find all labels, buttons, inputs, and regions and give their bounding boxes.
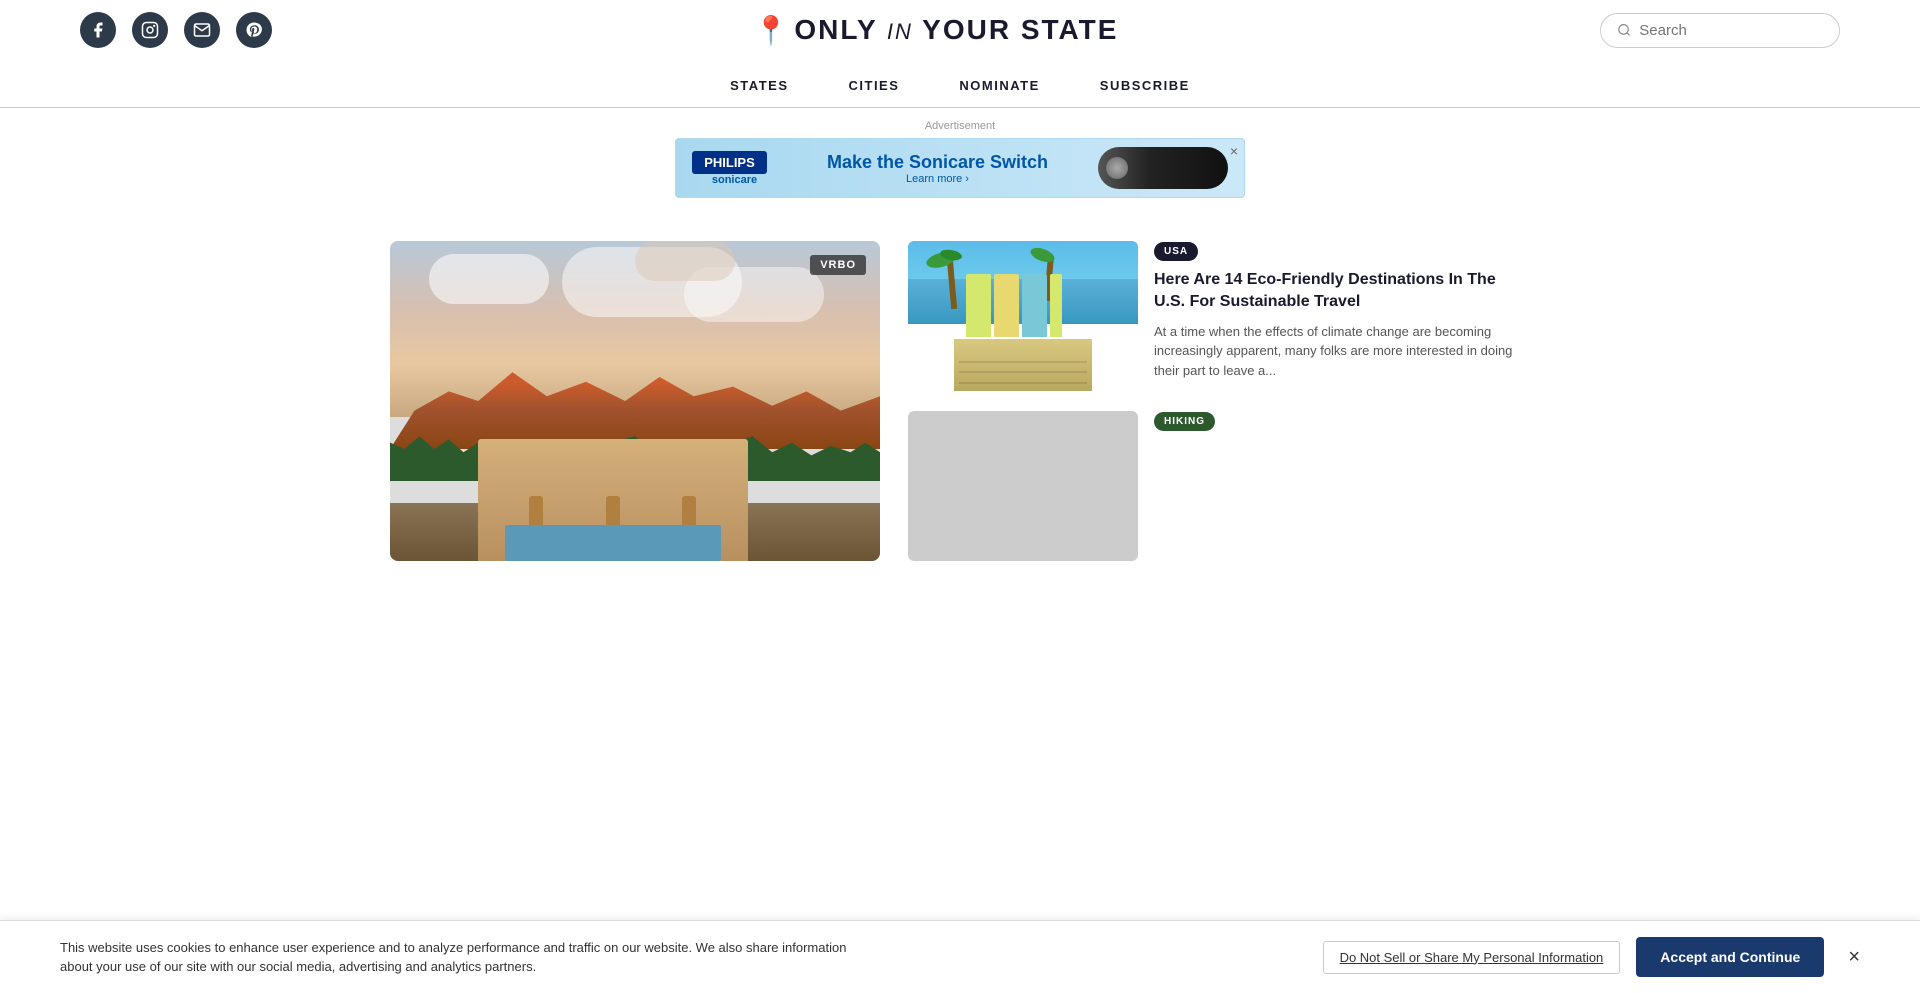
ad-container: Advertisement PHILIPS sonicare Make the …	[0, 108, 1920, 211]
cloud-1	[429, 254, 549, 304]
search-box[interactable]	[1600, 13, 1840, 48]
building	[478, 439, 748, 561]
main-nav: STATES CITIES NOMINATE SUBSCRIBE	[0, 60, 1920, 108]
ad-headline: Make the Sonicare Switch	[789, 152, 1086, 173]
header: 📍 ONLY IN YOUR STATE	[0, 0, 1920, 60]
plank-1	[959, 382, 1088, 384]
plank-3	[959, 361, 1088, 363]
article-card-2-placeholder	[908, 411, 1138, 561]
do-not-sell-button[interactable]: Do Not Sell or Share My Personal Informa…	[1323, 941, 1621, 974]
email-icon[interactable]	[184, 12, 220, 48]
nav-cities[interactable]: CITIES	[849, 78, 900, 93]
instagram-icon[interactable]	[132, 12, 168, 48]
nav-subscribe[interactable]: SUBSCRIBE	[1100, 78, 1190, 93]
articles-row: VRBO	[390, 241, 1530, 561]
pinterest-icon[interactable]	[236, 12, 272, 48]
search-icon	[1617, 22, 1631, 38]
article-card-1-title: Here Are 14 Eco-Friendly Destinations In…	[1154, 269, 1530, 314]
article-card-2-tag: HIKING	[1154, 412, 1215, 431]
article-card-1-image	[908, 241, 1138, 391]
article-card-2-image	[908, 411, 1138, 561]
cookie-text: This website uses cookies to enhance use…	[60, 938, 880, 977]
article-card-1[interactable]: USA Here Are 14 Eco-Friendly Destination…	[908, 241, 1530, 391]
logo-text: ONLY IN YOUR STATE	[794, 14, 1118, 46]
nav-nominate[interactable]: NOMINATE	[959, 78, 1039, 93]
vrbo-badge: VRBO	[810, 255, 866, 275]
facebook-icon[interactable]	[80, 12, 116, 48]
ad-sub-brand: sonicare	[712, 174, 757, 186]
small-cards-column: USA Here Are 14 Eco-Friendly Destination…	[908, 241, 1530, 561]
article-card-2-body: HIKING	[1154, 411, 1530, 561]
featured-card-image	[390, 241, 880, 561]
ad-product-image	[1098, 147, 1228, 189]
ad-banner[interactable]: PHILIPS sonicare Make the Sonicare Switc…	[675, 138, 1245, 198]
ad-cta[interactable]: Learn more ›	[789, 173, 1086, 185]
ad-brand: PHILIPS	[692, 151, 767, 174]
logo-in: IN	[887, 19, 913, 44]
cloud-4	[635, 241, 735, 281]
ad-label: Advertisement	[0, 120, 1920, 132]
plank-2	[959, 371, 1088, 373]
accept-and-continue-button[interactable]: Accept and Continue	[1636, 937, 1824, 977]
nav-states[interactable]: STATES	[730, 78, 788, 93]
article-card-1-excerpt: At a time when the effects of climate ch…	[1154, 322, 1530, 381]
cookie-actions: Do Not Sell or Share My Personal Informa…	[1323, 937, 1860, 977]
social-icons	[80, 12, 272, 48]
main-content: VRBO	[370, 241, 1550, 561]
featured-card[interactable]: VRBO	[390, 241, 880, 561]
article-card-1-body: USA Here Are 14 Eco-Friendly Destination…	[1154, 241, 1530, 391]
logo-pin-icon: 📍	[754, 14, 789, 47]
search-input[interactable]	[1639, 22, 1823, 39]
article-card-2[interactable]: HIKING	[908, 411, 1530, 561]
cookie-close-button[interactable]: ×	[1848, 946, 1860, 969]
article-card-1-tag: USA	[1154, 242, 1198, 261]
ad-close-icon[interactable]: ×	[1230, 143, 1238, 159]
cookie-banner: This website uses cookies to enhance use…	[0, 920, 1920, 993]
site-logo[interactable]: 📍 ONLY IN YOUR STATE	[754, 14, 1119, 47]
beach-houses	[966, 274, 1063, 337]
pool	[505, 525, 721, 561]
